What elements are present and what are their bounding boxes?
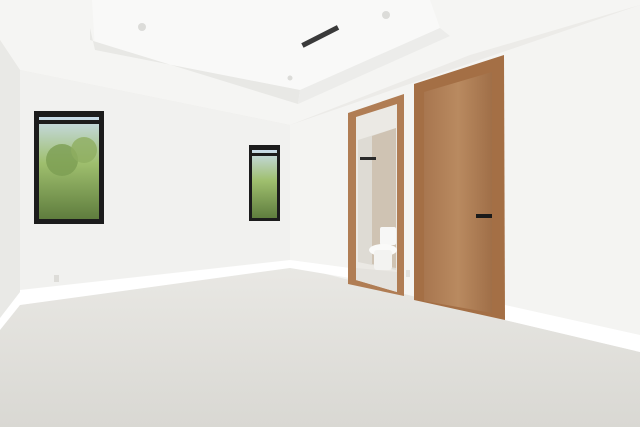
tree-foliage: [71, 137, 97, 163]
recessed-light: [382, 11, 390, 19]
recessed-light: [138, 23, 146, 31]
closet-door: [424, 72, 492, 313]
left-window-mullion: [39, 120, 99, 124]
room-scene: [0, 0, 640, 427]
left-wall: [0, 40, 20, 330]
center-window-glass: [252, 150, 277, 218]
recessed-light: [287, 75, 293, 81]
shower-bar: [360, 157, 376, 160]
door-handle: [476, 214, 492, 218]
center-window-mullion: [252, 153, 277, 156]
outlet: [54, 275, 59, 282]
outlet: [406, 270, 410, 277]
